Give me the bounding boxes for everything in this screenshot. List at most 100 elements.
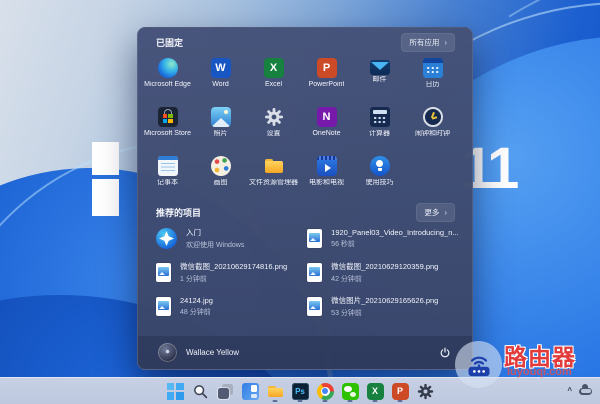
recommended-item-title: 微信截图_20210629120359.png: [331, 261, 439, 271]
image-file-icon: [156, 262, 171, 282]
pinned-app-tile[interactable]: W Word: [194, 56, 247, 100]
pinned-app-tile[interactable]: Microsoft Edge: [141, 56, 194, 100]
recommended-item[interactable]: 微信图片_20210629165626.png 53 分钟前: [299, 290, 466, 322]
file-explorer-icon: [267, 383, 284, 400]
getstarted-icon: [156, 227, 177, 249]
running-indicator: [372, 400, 378, 402]
pinned-app-tile[interactable]: 文件资源管理器: [247, 154, 300, 198]
recommended-item[interactable]: 微信截图_20210629174816.png 1 分钟前: [148, 256, 295, 288]
start-menu: 已固定 所有应用 › Microsoft Edge W Word X Excel…: [137, 27, 473, 370]
image-file-icon: [307, 296, 323, 316]
image-file-icon: [307, 228, 323, 248]
pinned-app-tile[interactable]: 使用技巧: [353, 154, 406, 198]
taskbar-button[interactable]: X: [365, 379, 386, 403]
taskbar-button[interactable]: [265, 379, 286, 403]
recommended-grid: 入门 欢迎使用 Windows 1920_Panel03_Video_Intro…: [148, 222, 462, 322]
app-label: 邮件: [372, 76, 387, 83]
recommended-item-title: 微信图片_20210629165626.png: [331, 295, 439, 305]
chevron-right-icon: ›: [444, 37, 447, 47]
taskbar-button[interactable]: Ps: [290, 379, 311, 403]
task-view-icon: [217, 383, 234, 400]
user-name: Wallace Yellow: [186, 348, 240, 357]
pinned-app-tile[interactable]: 闹钟和时钟: [406, 105, 459, 149]
app-label: 照片: [213, 130, 228, 137]
pinned-app-tile[interactable]: 电影和电视: [300, 154, 353, 198]
taskbar-button[interactable]: [315, 379, 336, 403]
more-label: 更多: [424, 208, 440, 217]
app-label: Word: [212, 81, 229, 88]
pinned-app-tile[interactable]: 记事本: [141, 154, 194, 198]
recommended-item[interactable]: 入门 欢迎使用 Windows: [148, 222, 295, 254]
word-icon: W: [210, 58, 231, 78]
pinned-app-tile[interactable]: X Excel: [247, 56, 300, 100]
pinned-app-tile[interactable]: P PowerPoint: [300, 56, 353, 100]
taskbar-button[interactable]: [190, 379, 211, 403]
running-indicator: [272, 400, 278, 402]
taskbar-button[interactable]: [165, 379, 186, 403]
excel-icon: X: [263, 58, 284, 78]
wechat-icon: [341, 382, 359, 400]
recommended-item-subtitle: 53 分钟前: [331, 309, 362, 317]
app-label: 日历: [425, 81, 440, 88]
recommended-item-title: 24124.jpg: [180, 295, 213, 305]
file-explorer-icon: [264, 156, 284, 176]
system-tray: ^: [567, 378, 592, 404]
windows-start-icon: [166, 382, 184, 400]
taskbar-button[interactable]: [415, 379, 436, 403]
power-button[interactable]: [434, 342, 456, 364]
calendar-icon: [422, 58, 443, 78]
taskbar-button[interactable]: P: [390, 379, 411, 403]
search-icon: [192, 383, 209, 400]
pinned-app-tile[interactable]: 邮件: [353, 56, 406, 100]
pinned-app-tile[interactable]: 画图: [194, 154, 247, 198]
pinned-app-tile[interactable]: N OneNote: [300, 105, 353, 149]
recommended-item-subtitle: 42 分钟前: [331, 275, 362, 283]
calculator-icon: [369, 107, 390, 127]
taskbar-button[interactable]: [340, 379, 361, 403]
app-label: 设置: [266, 130, 281, 137]
running-indicator: [297, 400, 303, 402]
recommended-item[interactable]: 24124.jpg 48 分钟前: [148, 290, 295, 322]
icon-glyph: X: [269, 62, 278, 74]
chevron-up-icon[interactable]: ^: [567, 387, 572, 395]
icon-glyph: P: [322, 62, 331, 74]
all-apps-button[interactable]: 所有应用 ›: [401, 33, 455, 52]
powerpoint-icon: P: [391, 382, 409, 400]
recommended-section-label: 推荐的项目: [156, 208, 202, 218]
more-button[interactable]: 更多 ›: [416, 203, 455, 222]
windows-logo-square: [92, 179, 119, 216]
recommended-item-title: 入门: [186, 227, 201, 237]
taskbar: Ps X P ^: [0, 377, 600, 404]
paint-icon: [210, 156, 231, 176]
notepad-icon: [157, 156, 178, 176]
recommended-item-subtitle: 1 分钟前: [180, 275, 207, 283]
onedrive-cloud-icon[interactable]: [579, 384, 592, 395]
image-file-icon: [307, 262, 323, 282]
settings-gear-icon: [417, 383, 434, 400]
app-label: Microsoft Store: [143, 130, 192, 137]
router-icon: [468, 356, 489, 376]
app-label: 计算器: [369, 130, 390, 137]
pinned-app-tile[interactable]: 照片: [194, 105, 247, 149]
pinned-app-tile[interactable]: 计算器: [353, 105, 406, 149]
icon-glyph: W: [215, 62, 226, 74]
app-label: 使用技巧: [365, 179, 394, 186]
app-label: 画图: [213, 179, 228, 186]
windows-logo-square: [92, 142, 119, 175]
taskbar-button[interactable]: [240, 379, 261, 403]
store-icon: [157, 107, 178, 127]
recommended-item[interactable]: 微信截图_20210629120359.png 42 分钟前: [299, 256, 466, 288]
widgets-icon: [241, 382, 259, 400]
all-apps-label: 所有应用: [409, 38, 440, 47]
power-icon: [440, 347, 450, 357]
pinned-section-label: 已固定: [156, 38, 184, 48]
user-account-button[interactable]: Wallace Yellow: [154, 341, 243, 364]
watermark-badge: [455, 341, 502, 388]
app-label: 闹钟和时钟: [415, 130, 450, 137]
recommended-item[interactable]: 1920_Panel03_Video_Introducing_n... 56 秒…: [299, 222, 466, 254]
taskbar-button[interactable]: [215, 379, 236, 403]
pinned-app-tile[interactable]: 设置: [247, 105, 300, 149]
pinned-app-tile[interactable]: 日历: [406, 56, 459, 100]
pinned-app-tile[interactable]: Microsoft Store: [141, 105, 194, 149]
icon-glyph: N: [322, 111, 331, 123]
